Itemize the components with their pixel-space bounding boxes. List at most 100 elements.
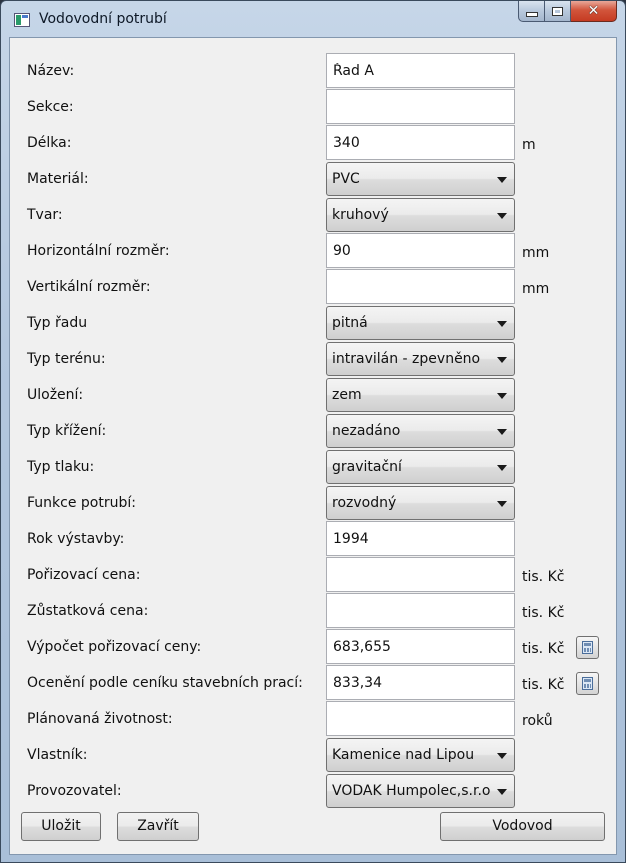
typ-radu-select[interactable]: pitná [326, 306, 515, 340]
sekce-input[interactable] [326, 89, 515, 124]
label-vlastnik: Vlastník: [27, 747, 88, 763]
planovana-zivotnost-input[interactable] [326, 701, 515, 736]
porizovaci-cena-input[interactable] [326, 557, 515, 592]
chevron-down-icon [497, 321, 507, 327]
save-button[interactable]: Uložit [21, 812, 101, 841]
tvar-select[interactable]: kruhový [326, 198, 515, 232]
unit-delka: m [522, 137, 536, 153]
vlastnik-select[interactable]: Kamenice nad Lipou [326, 738, 515, 772]
vertikalni-rozmer-input[interactable] [326, 269, 515, 304]
row-rok-vystavby: Rok výstavby: [10, 521, 616, 557]
app-icon [14, 13, 30, 27]
typ-radu-value: pitná [332, 315, 368, 331]
row-planovana-zivotnost: Plánovaná životnost: roků [10, 701, 616, 737]
typ-krizeni-select[interactable]: nezadáno [326, 414, 515, 448]
rok-vystavby-input[interactable] [326, 521, 515, 556]
row-provozovatel: Provozovatel: VODAK Humpolec,s.r.o. [10, 773, 616, 809]
close-button[interactable]: Zavřít [117, 812, 199, 841]
chevron-down-icon [497, 501, 507, 507]
zustatkova-cena-input[interactable] [326, 593, 515, 628]
window-title: Vodovodní potrubí [39, 11, 167, 27]
nazev-input[interactable] [326, 53, 515, 88]
row-typ-terenu: Typ terénu: intravilán - zpevněno [10, 341, 616, 377]
label-oceneni-podle-ceniku: Ocenění podle ceníku stavebních prací: [27, 675, 303, 691]
tvar-value: kruhový [332, 207, 389, 223]
unit-horizontalni-rozmer: mm [522, 245, 550, 261]
label-provozovatel: Provozovatel: [27, 783, 122, 799]
label-delka: Délka: [27, 135, 72, 151]
row-vertikalni-rozmer: Vertikální rozměr: mm [10, 269, 616, 305]
chevron-down-icon [497, 393, 507, 399]
row-delka: Délka: m [10, 125, 616, 161]
chevron-down-icon [497, 213, 507, 219]
chevron-down-icon [497, 465, 507, 471]
label-rok-vystavby: Rok výstavby: [27, 531, 125, 547]
label-planovana-zivotnost: Plánovaná životnost: [27, 711, 173, 727]
typ-terenu-value: intravilán - zpevněno [332, 351, 481, 367]
row-porizovaci-cena: Pořizovací cena: tis. Kč [10, 557, 616, 593]
row-sekce: Sekce: [10, 89, 616, 125]
row-vypocet-porizovaci-ceny: Výpočet pořizovací ceny: tis. Kč [10, 629, 616, 665]
ulozeni-value: zem [332, 387, 362, 403]
provozovatel-select[interactable]: VODAK Humpolec,s.r.o. [326, 774, 515, 808]
row-funkce-potrubi: Funkce potrubí: rozvodný [10, 485, 616, 521]
chevron-down-icon [497, 753, 507, 759]
label-tvar: Tvar: [27, 207, 63, 223]
row-typ-krizeni: Typ křížení: nezadáno [10, 413, 616, 449]
row-zustatkova-cena: Zůstatková cena: tis. Kč [10, 593, 616, 629]
label-zustatkova-cena: Zůstatková cena: [27, 603, 149, 619]
label-vypocet-porizovaci-ceny: Výpočet pořizovací ceny: [27, 639, 202, 655]
calculator-icon [582, 641, 593, 654]
row-material: Materiál: PVC [10, 161, 616, 197]
label-nazev: Název: [27, 63, 75, 79]
vodovod-button[interactable]: Vodovod [440, 812, 605, 841]
row-nazev: Název: [10, 53, 616, 89]
chevron-down-icon [497, 789, 507, 795]
delka-input[interactable] [326, 125, 515, 160]
unit-oceneni-podle-ceniku: tis. Kč [522, 677, 565, 693]
vlastnik-value: Kamenice nad Lipou [332, 747, 475, 763]
label-typ-radu: Typ řadu [27, 315, 88, 331]
label-ulozeni: Uložení: [27, 387, 84, 403]
row-typ-tlaku: Typ tlaku: gravitační [10, 449, 616, 485]
typ-tlaku-value: gravitační [332, 459, 402, 475]
ulozeni-select[interactable]: zem [326, 378, 515, 412]
maximize-button[interactable] [545, 1, 571, 22]
row-ulozeni: Uložení: zem [10, 377, 616, 413]
title-bar[interactable]: Vodovodní potrubí ✕ [1, 1, 625, 37]
label-horizontalni-rozmer: Horizontální rozměr: [27, 243, 170, 259]
funkce-potrubi-select[interactable]: rozvodný [326, 486, 515, 520]
calculate-oceneni-button[interactable] [576, 672, 599, 695]
typ-tlaku-select[interactable]: gravitační [326, 450, 515, 484]
label-typ-terenu: Typ terénu: [27, 351, 106, 367]
unit-vypocet-porizovaci-ceny: tis. Kč [522, 641, 565, 657]
row-vlastnik: Vlastník: Kamenice nad Lipou [10, 737, 616, 773]
label-typ-tlaku: Typ tlaku: [27, 459, 95, 475]
vypocet-porizovaci-ceny-input[interactable] [326, 629, 515, 664]
label-material: Materiál: [27, 171, 89, 187]
chevron-down-icon [497, 429, 507, 435]
unit-planovana-zivotnost: roků [522, 713, 553, 729]
row-oceneni-podle-ceniku: Ocenění podle ceníku stavebních prací: t… [10, 665, 616, 701]
label-typ-krizeni: Typ křížení: [27, 423, 107, 439]
unit-porizovaci-cena: tis. Kč [522, 569, 565, 585]
chevron-down-icon [497, 357, 507, 363]
calculate-porizovaci-cena-button[interactable] [576, 636, 599, 659]
typ-terenu-select[interactable]: intravilán - zpevněno [326, 342, 515, 376]
funkce-potrubi-value: rozvodný [332, 495, 397, 511]
row-tvar: Tvar: kruhový [10, 197, 616, 233]
label-funkce-potrubi: Funkce potrubí: [27, 495, 136, 511]
oceneni-podle-ceniku-input[interactable] [326, 665, 515, 700]
maximize-icon [552, 6, 563, 16]
close-icon: ✕ [587, 3, 600, 19]
minimize-button[interactable] [518, 1, 545, 22]
unit-zustatkova-cena: tis. Kč [522, 605, 565, 621]
minimize-icon [525, 11, 538, 17]
horizontalni-rozmer-input[interactable] [326, 233, 515, 268]
close-window-button[interactable]: ✕ [571, 1, 617, 22]
label-sekce: Sekce: [27, 99, 74, 115]
unit-vertikalni-rozmer: mm [522, 281, 550, 297]
material-select[interactable]: PVC [326, 162, 515, 196]
window-controls: ✕ [518, 1, 617, 23]
label-vertikalni-rozmer: Vertikální rozměr: [27, 279, 151, 295]
